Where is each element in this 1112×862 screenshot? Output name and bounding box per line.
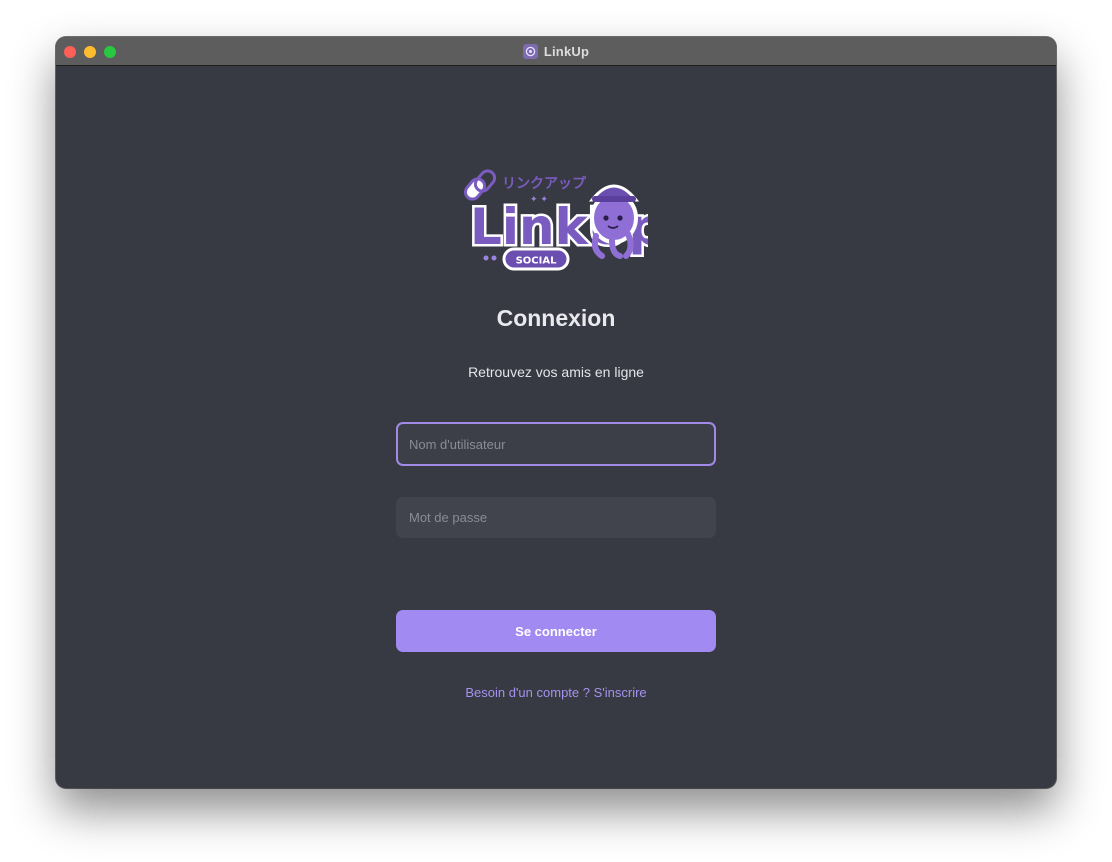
password-input[interactable]: [396, 497, 716, 538]
logo-katakana: リンクアップ: [502, 176, 587, 192]
logo-social-badge: SOCIAL: [502, 247, 570, 271]
signup-link[interactable]: Besoin d'un compte ? S'inscrire: [56, 685, 1056, 700]
svg-text:リンクアップ: リンクアップ: [502, 176, 587, 192]
svg-text:SOCIAL: SOCIAL: [516, 256, 558, 267]
username-input[interactable]: [396, 422, 716, 466]
login-screen: リンクアップ ✦ ✦ LinkUp SOCIAL Connexion Retro…: [56, 67, 1056, 788]
logo-dots: [483, 255, 497, 261]
page-title: Connexion: [496, 305, 616, 331]
title-bar: LinkUp: [56, 37, 1056, 66]
app-icon-glyph: [525, 46, 536, 57]
page-subtitle: Retrouvez vos amis en ligne: [468, 364, 644, 380]
window-title: LinkUp: [543, 44, 590, 59]
logo-chain-icon: [464, 169, 497, 201]
linkup-logo: リンクアップ ✦ ✦ LinkUp SOCIAL: [464, 169, 648, 271]
login-button[interactable]: Se connecter: [396, 610, 716, 652]
app-window: LinkUp リンクアップ ✦ ✦ LinkUp SOCIAL Connexio…: [56, 37, 1056, 788]
app-icon: [522, 44, 538, 59]
window-title-group: LinkUp: [56, 37, 1056, 66]
